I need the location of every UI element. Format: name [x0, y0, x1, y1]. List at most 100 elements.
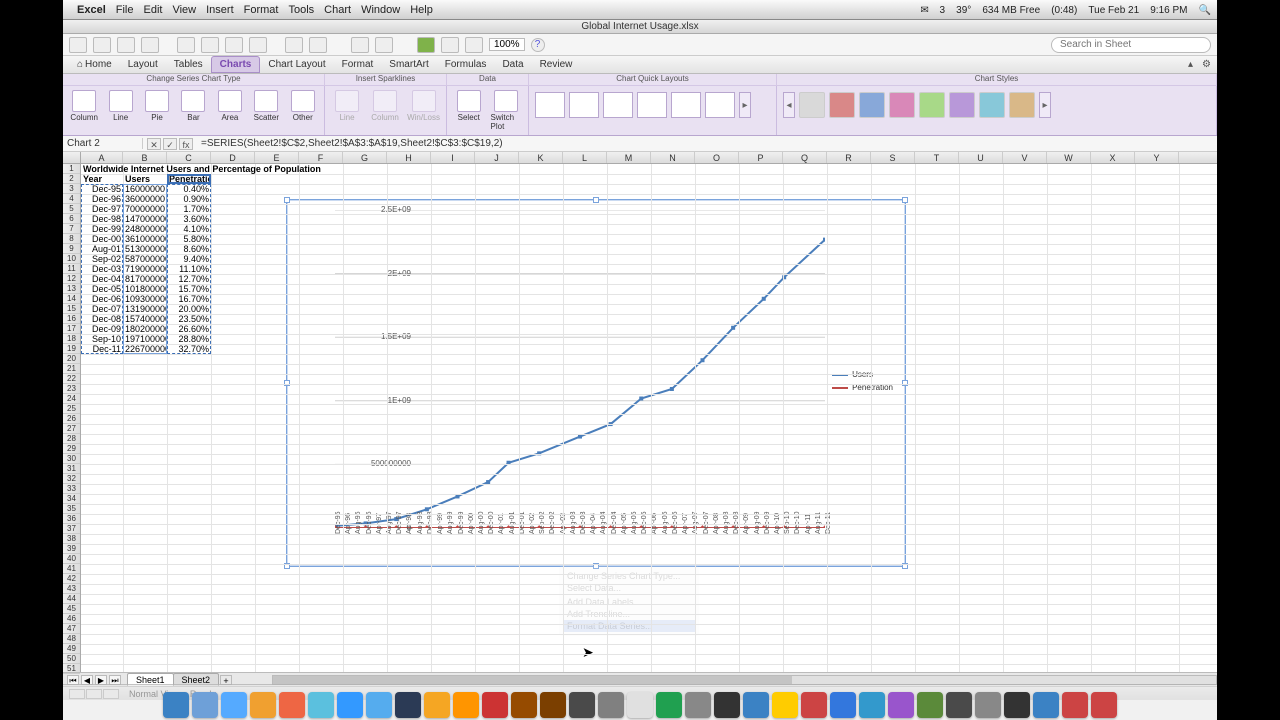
row-header-11[interactable]: 11 — [63, 264, 80, 274]
row-header-30[interactable]: 30 — [63, 454, 80, 464]
formula-input[interactable]: =SERIES(Sheet2!$C$2,Sheet2!$A$3:$A$19,Sh… — [197, 138, 1217, 149]
tab-tables[interactable]: Tables — [166, 57, 211, 72]
dock-app-29[interactable] — [1004, 692, 1030, 718]
row-header-22[interactable]: 22 — [63, 374, 80, 384]
tab-charts[interactable]: Charts — [211, 56, 261, 73]
menu-chart[interactable]: Chart — [324, 4, 351, 16]
row-header-48[interactable]: 48 — [63, 634, 80, 644]
tab-format[interactable]: Format — [334, 57, 382, 72]
col-header-C[interactable]: C — [167, 152, 211, 163]
undo-button[interactable] — [285, 37, 303, 53]
cut-button[interactable] — [177, 37, 195, 53]
dock-app-16[interactable] — [627, 692, 653, 718]
row-header-26[interactable]: 26 — [63, 414, 80, 424]
search-in-sheet-input[interactable] — [1051, 37, 1211, 53]
sheet-nav-first[interactable]: ⏮ — [67, 675, 79, 685]
ribbon-pie[interactable]: Pie — [142, 90, 172, 122]
select-all-corner[interactable] — [63, 152, 81, 163]
col-header-S[interactable]: S — [871, 152, 915, 163]
dock-app-28[interactable] — [975, 692, 1001, 718]
col-header-H[interactable]: H — [387, 152, 431, 163]
dock-app-18[interactable] — [685, 692, 711, 718]
cells-area[interactable]: Users Penetration 05000000001E+091.5E+09… — [81, 164, 1217, 672]
row-header-13[interactable]: 13 — [63, 284, 80, 294]
col-header-X[interactable]: X — [1091, 152, 1135, 163]
row-headers[interactable]: 1234567891011121314151617181920212223242… — [63, 164, 81, 672]
quick-layout-5[interactable] — [671, 92, 701, 118]
row-header-2[interactable]: 2 — [63, 174, 80, 184]
dock-app-3[interactable] — [250, 692, 276, 718]
col-header-M[interactable]: M — [607, 152, 651, 163]
filter-button[interactable] — [375, 37, 393, 53]
row-header-3[interactable]: 3 — [63, 184, 80, 194]
cell-A1[interactable]: Worldwide Internet Users and Percentage … — [81, 164, 381, 174]
col-header-K[interactable]: K — [519, 152, 563, 163]
row-header-27[interactable]: 27 — [63, 424, 80, 434]
ribbon-area[interactable]: Area — [215, 90, 245, 122]
column-headers[interactable]: ABCDEFGHIJKLMNOPQRSTUVWXY — [63, 152, 1217, 164]
spotlight-icon[interactable]: 🔍 — [1199, 5, 1211, 16]
fx-icon[interactable]: fx — [179, 138, 193, 150]
show-hide-button[interactable] — [465, 37, 483, 53]
save-button[interactable] — [117, 37, 135, 53]
row-header-32[interactable]: 32 — [63, 474, 80, 484]
row-header-5[interactable]: 5 — [63, 204, 80, 214]
dock-app-5[interactable] — [308, 692, 334, 718]
row-header-43[interactable]: 43 — [63, 584, 80, 594]
media-button[interactable] — [441, 37, 459, 53]
chart-style-2[interactable] — [829, 92, 855, 118]
print-button[interactable] — [141, 37, 159, 53]
zoom-level[interactable]: 100% — [489, 38, 525, 51]
dock-app-25[interactable] — [888, 692, 914, 718]
sheet-nav-next[interactable]: ▶ — [95, 675, 107, 685]
dock-app-2[interactable] — [221, 692, 247, 718]
ribbon-column[interactable]: Column — [69, 90, 99, 122]
row-header-40[interactable]: 40 — [63, 554, 80, 564]
redo-button[interactable] — [309, 37, 327, 53]
col-header-J[interactable]: J — [475, 152, 519, 163]
chart-style-4[interactable] — [889, 92, 915, 118]
dock-app-8[interactable] — [395, 692, 421, 718]
dock-app-13[interactable] — [540, 692, 566, 718]
row-header-51[interactable]: 51 — [63, 664, 80, 674]
dock-app-32[interactable] — [1091, 692, 1117, 718]
format-painter-button[interactable] — [249, 37, 267, 53]
row-header-28[interactable]: 28 — [63, 434, 80, 444]
horizontal-scrollbar[interactable] — [272, 675, 1217, 685]
chart-style-prev[interactable]: ◂ — [783, 92, 795, 118]
row-header-42[interactable]: 42 — [63, 574, 80, 584]
chart-style-3[interactable] — [859, 92, 885, 118]
menu-tools[interactable]: Tools — [288, 4, 314, 16]
dock-app-17[interactable] — [656, 692, 682, 718]
row-header-6[interactable]: 6 — [63, 214, 80, 224]
chart-style-next[interactable]: ▸ — [1039, 92, 1051, 118]
row-header-36[interactable]: 36 — [63, 514, 80, 524]
col-header-F[interactable]: F — [299, 152, 343, 163]
open-button[interactable] — [93, 37, 111, 53]
dock-app-19[interactable] — [714, 692, 740, 718]
clock[interactable]: 9:16 PM — [1150, 5, 1187, 16]
col-header-G[interactable]: G — [343, 152, 387, 163]
sheet-nav-prev[interactable]: ◀ — [81, 675, 93, 685]
mac-dock[interactable] — [63, 684, 1217, 720]
row-header-14[interactable]: 14 — [63, 294, 80, 304]
sheet-nav-last[interactable]: ⏭ — [109, 675, 121, 685]
cell-B2[interactable]: Users — [123, 174, 167, 184]
row-header-37[interactable]: 37 — [63, 524, 80, 534]
row-header-1[interactable]: 1 — [63, 164, 80, 174]
quick-access-toolbar[interactable]: 100% ? — [63, 34, 1217, 56]
dock-app-10[interactable] — [453, 692, 479, 718]
dock-app-27[interactable] — [946, 692, 972, 718]
row-header-45[interactable]: 45 — [63, 604, 80, 614]
col-header-N[interactable]: N — [651, 152, 695, 163]
quick-layout-3[interactable] — [603, 92, 633, 118]
row-header-49[interactable]: 49 — [63, 644, 80, 654]
tab-formulas[interactable]: Formulas — [437, 57, 495, 72]
row-header-25[interactable]: 25 — [63, 404, 80, 414]
col-header-R[interactable]: R — [827, 152, 871, 163]
tab-layout[interactable]: Layout — [120, 57, 166, 72]
col-header-Q[interactable]: Q — [783, 152, 827, 163]
row-header-10[interactable]: 10 — [63, 254, 80, 264]
row-header-35[interactable]: 35 — [63, 504, 80, 514]
cell-A2[interactable]: Year — [81, 174, 123, 184]
